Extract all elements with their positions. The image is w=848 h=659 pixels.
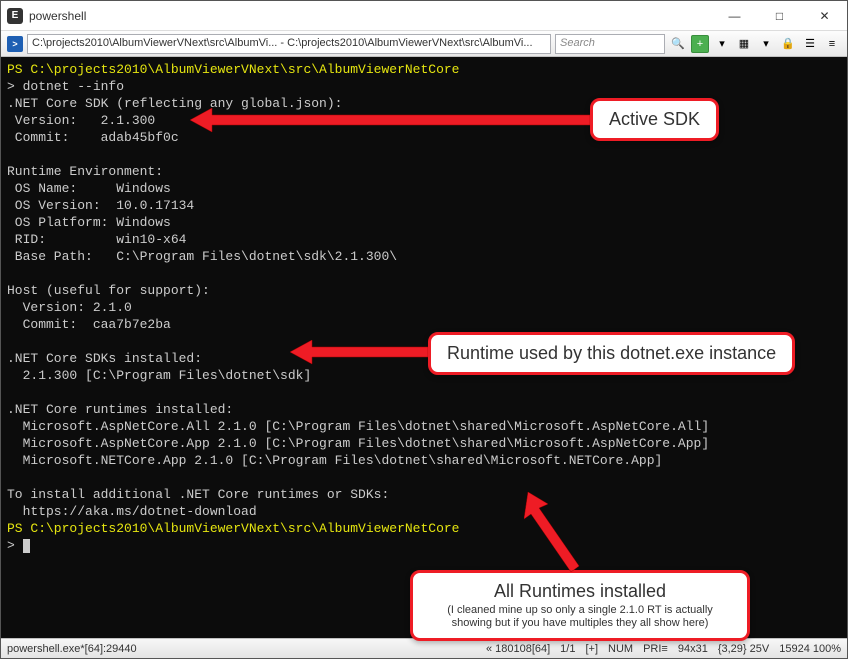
- status-bar: powershell.exe*[64]:29440 « 180108[64] 1…: [1, 638, 847, 658]
- out-host-version: Version: 2.1.0: [7, 300, 132, 315]
- out-rts-3: Microsoft.NETCore.App 2.1.0 [C:\Program …: [7, 453, 662, 468]
- window-controls: — □ ✕: [712, 1, 847, 30]
- titlebar: E powershell — □ ✕: [1, 1, 847, 31]
- out-rts-2: Microsoft.AspNetCore.App 2.1.0 [C:\Progr…: [7, 436, 709, 451]
- window-title: powershell: [29, 9, 712, 23]
- command-line: > dotnet --info: [7, 79, 124, 94]
- search-input[interactable]: Search: [555, 34, 665, 54]
- out-rts-1: Microsoft.AspNetCore.All 2.1.0 [C:\Progr…: [7, 419, 709, 434]
- out-os-name: OS Name: Windows: [7, 181, 171, 196]
- prompt-cursor: >: [7, 538, 30, 553]
- callout-all-runtimes-title: All Runtimes installed: [429, 581, 731, 602]
- lock-icon[interactable]: 🔒: [779, 35, 797, 53]
- out-basepath: Base Path: C:\Program Files\dotnet\sdk\2…: [7, 249, 397, 264]
- bars-icon[interactable]: ≡: [823, 35, 841, 53]
- callout-runtime-text: Runtime used by this dotnet.exe instance: [447, 343, 776, 364]
- callout-active-sdk: Active SDK: [590, 98, 719, 141]
- prompt-line: PS C:\projects2010\AlbumViewerVNext\src\…: [7, 62, 459, 77]
- status-num: NUM: [608, 643, 633, 655]
- app-icon: E: [7, 8, 23, 24]
- status-page: 1/1: [560, 643, 575, 655]
- callout-all-runtimes-sub: (I cleaned mine up so only a single 2.1.…: [429, 604, 731, 630]
- out-os-version: OS Version: 10.0.17134: [7, 198, 194, 213]
- dropdown-icon[interactable]: ▾: [713, 35, 731, 53]
- maximize-button[interactable]: □: [757, 1, 802, 30]
- out-rts-header: .NET Core runtimes installed:: [7, 402, 233, 417]
- status-pri: PRI≡: [643, 643, 668, 655]
- out-sdks-1: 2.1.300 [C:\Program Files\dotnet\sdk]: [7, 368, 311, 383]
- out-host-commit: Commit: caa7b7e2ba: [7, 317, 171, 332]
- powershell-icon: >: [7, 36, 23, 52]
- toolbar: > C:\projects2010\AlbumViewerVNext\src\A…: [1, 31, 847, 57]
- dropdown2-icon[interactable]: ▾: [757, 35, 775, 53]
- callout-runtime: Runtime used by this dotnet.exe instance: [428, 332, 795, 375]
- out-sdk-version: Version: 2.1.300: [7, 113, 155, 128]
- status-process: powershell.exe*[64]:29440: [7, 643, 137, 655]
- prompt-line-2: PS C:\projects2010\AlbumViewerVNext\src\…: [7, 521, 459, 536]
- list-icon[interactable]: ☰: [801, 35, 819, 53]
- out-host-header: Host (useful for support):: [7, 283, 210, 298]
- status-mem: 15924 100%: [779, 643, 841, 655]
- add-button[interactable]: +: [691, 35, 709, 53]
- app-window: E powershell — □ ✕ > C:\projects2010\Alb…: [0, 0, 848, 659]
- status-cursor: {3,29} 25V: [718, 643, 769, 655]
- out-sdks-header: .NET Core SDKs installed:: [7, 351, 202, 366]
- out-re-header: Runtime Environment:: [7, 164, 163, 179]
- out-install-1: To install additional .NET Core runtimes…: [7, 487, 389, 502]
- out-sdk-header: .NET Core SDK (reflecting any global.jso…: [7, 96, 342, 111]
- out-sdk-commit: Commit: adab45bf0c: [7, 130, 179, 145]
- callout-active-sdk-text: Active SDK: [609, 109, 700, 130]
- status-build: « 180108[64]: [486, 643, 550, 655]
- out-install-2: https://aka.ms/dotnet-download: [7, 504, 257, 519]
- grid-icon[interactable]: ▦: [735, 35, 753, 53]
- address-bar[interactable]: C:\projects2010\AlbumViewerVNext\src\Alb…: [27, 34, 551, 54]
- close-button[interactable]: ✕: [802, 1, 847, 30]
- callout-all-runtimes: All Runtimes installed (I cleaned mine u…: [410, 570, 750, 641]
- search-icon[interactable]: 🔍: [669, 35, 687, 53]
- out-rid: RID: win10-x64: [7, 232, 186, 247]
- out-os-platform: OS Platform: Windows: [7, 215, 171, 230]
- minimize-button[interactable]: —: [712, 1, 757, 30]
- status-dims: 94x31: [678, 643, 708, 655]
- status-plus: [+]: [585, 643, 598, 655]
